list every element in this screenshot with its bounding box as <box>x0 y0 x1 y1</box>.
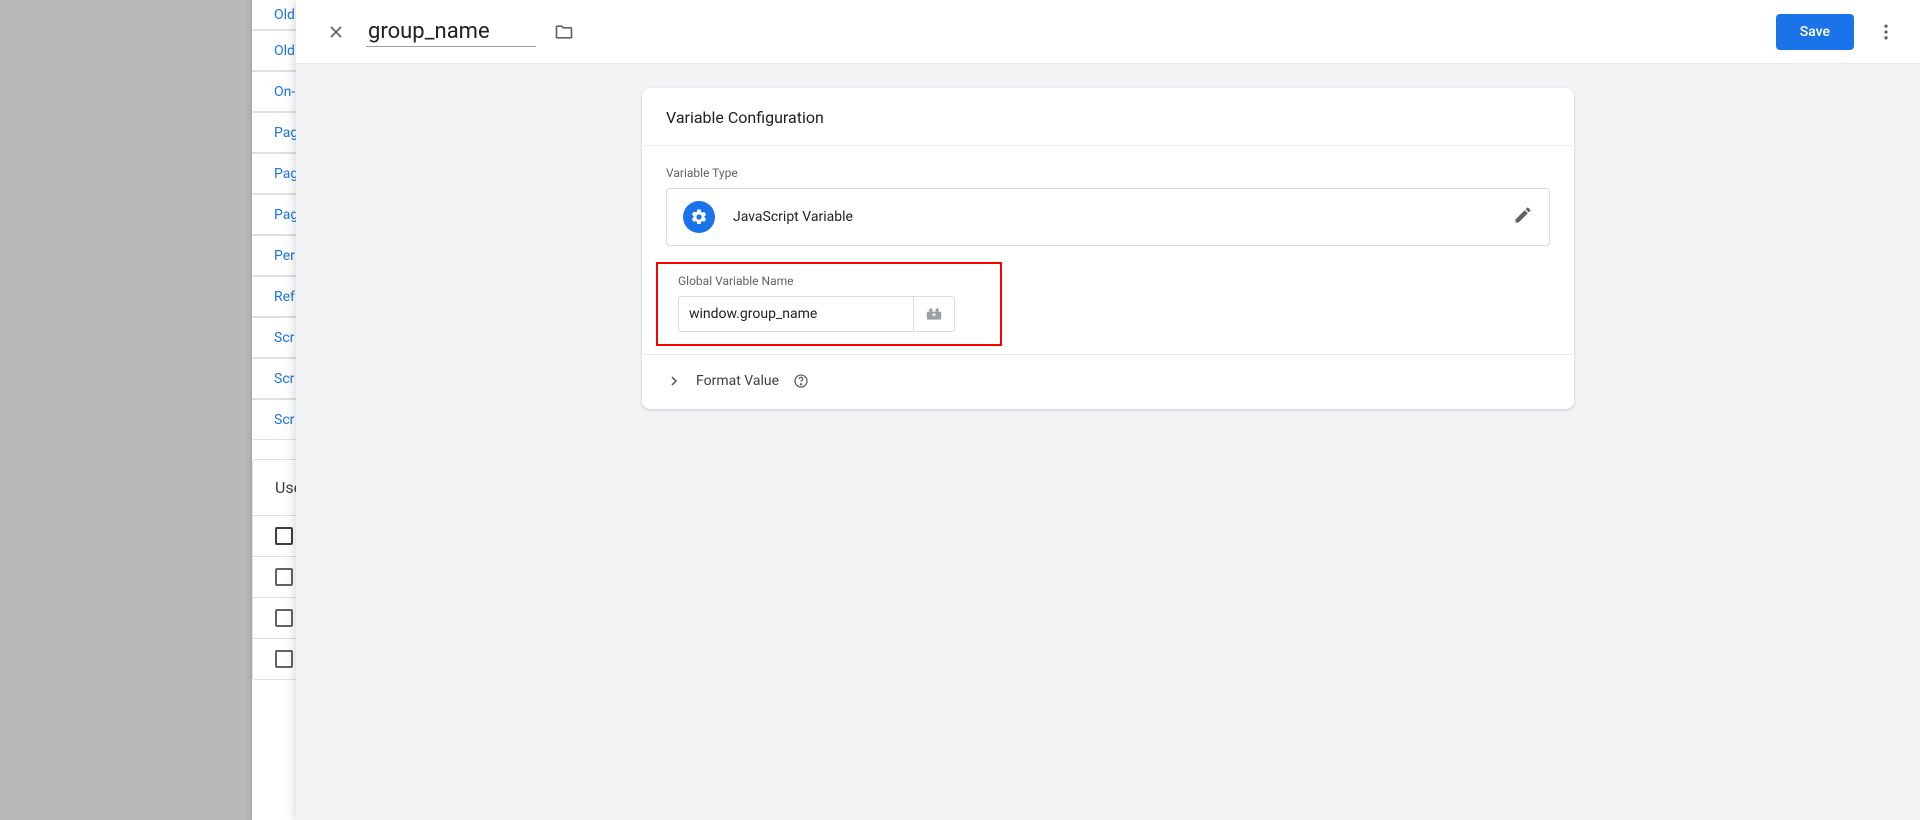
variable-configuration-card: Variable Configuration Variable Type Jav… <box>642 88 1574 409</box>
checkbox-icon <box>275 568 293 586</box>
format-value-toggle[interactable]: Format Value <box>642 355 1574 409</box>
checkbox-icon <box>275 650 293 668</box>
checkbox-icon <box>275 527 293 545</box>
more-options-button[interactable] <box>1866 12 1906 52</box>
gear-icon <box>690 208 708 226</box>
variable-editor-panel: Save Variable Configuration Variable Typ… <box>296 0 1920 820</box>
global-variable-name-label: Global Variable Name <box>668 274 990 288</box>
help-icon[interactable] <box>793 373 809 389</box>
checkbox-icon <box>275 609 293 627</box>
global-variable-name-input[interactable] <box>678 296 913 332</box>
close-button[interactable] <box>316 12 356 52</box>
highlight-annotation: Global Variable Name <box>656 262 1002 346</box>
variable-type-icon-wrap <box>683 201 715 233</box>
save-button[interactable]: Save <box>1776 14 1854 50</box>
insert-variable-button[interactable] <box>913 296 955 332</box>
variable-type-selector[interactable]: JavaScript Variable <box>666 188 1550 246</box>
global-variable-input-row <box>668 296 990 332</box>
format-value-label: Format Value <box>696 373 779 389</box>
folder-button[interactable] <box>548 16 580 48</box>
variable-type-name: JavaScript Variable <box>733 209 1513 225</box>
lego-brick-icon <box>924 306 944 322</box>
variable-name-input[interactable] <box>366 17 536 47</box>
variable-type-label: Variable Type <box>666 166 1550 180</box>
close-icon <box>326 22 346 42</box>
panel-body: Variable Configuration Variable Type Jav… <box>296 64 1920 820</box>
card-body: Variable Type JavaScript Variable Global… <box>642 146 1574 354</box>
edit-icon <box>1513 205 1533 229</box>
folder-icon <box>554 22 574 42</box>
chevron-right-icon <box>666 373 682 389</box>
card-title: Variable Configuration <box>642 88 1574 145</box>
more-vertical-icon <box>1876 22 1896 42</box>
panel-header: Save <box>296 0 1920 64</box>
